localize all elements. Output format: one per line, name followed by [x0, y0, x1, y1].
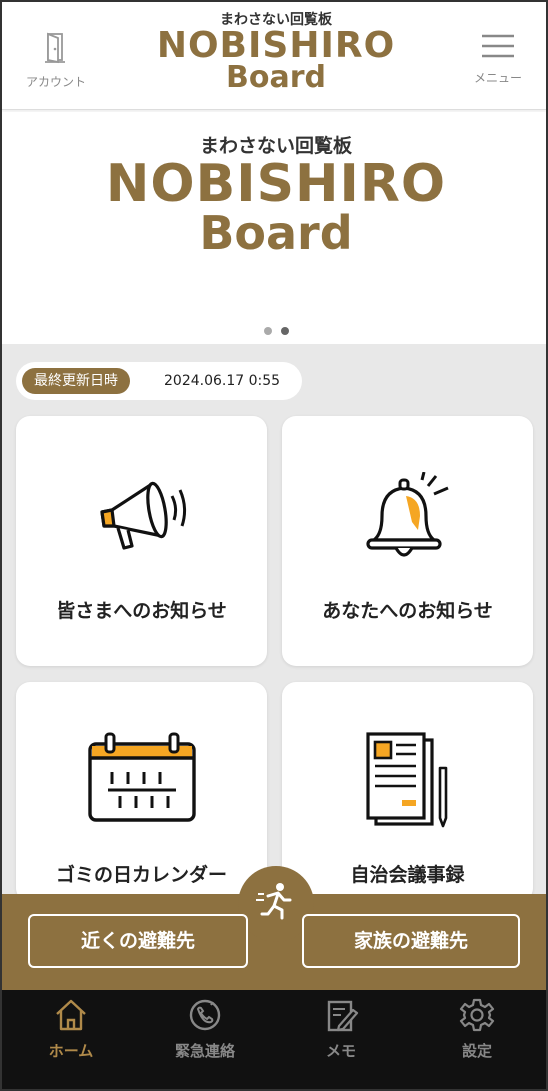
nav-emergency-contact[interactable]: 緊急連絡	[150, 998, 260, 1061]
last-updated-value: 2024.06.17 0:55	[164, 373, 281, 389]
card-title: あなたへのお知らせ	[322, 600, 493, 622]
document-icon	[365, 732, 447, 828]
menu-button[interactable]: メニュー	[458, 32, 538, 86]
memo-icon	[327, 1000, 359, 1032]
header-logo: まわさない回覧板 NOBISHIRO Board	[152, 12, 400, 95]
carousel-dot-active[interactable]	[281, 327, 290, 335]
menu-label: メニュー	[473, 71, 522, 85]
app-screen: アカウント まわさない回覧板 NOBISHIRO Board メニュー まわさな…	[0, 0, 548, 1091]
account-label: アカウント	[25, 75, 86, 89]
last-updated: 最終更新日時 2024.06.17 0:55	[16, 362, 302, 400]
banner-logo: まわさない回覧板 NOBISHIRO Board	[102, 134, 450, 256]
running-person-icon	[256, 883, 292, 920]
card-personal-notices[interactable]: あなたへのお知らせ	[282, 416, 533, 666]
app-header: アカウント まわさない回覧板 NOBISHIRO Board メニュー	[2, 2, 546, 110]
card-title: 皆さまへのお知らせ	[56, 600, 227, 622]
bottom-nav: ホーム 緊急連絡 メモ 設定	[2, 990, 546, 1089]
header-logo-board: Board	[226, 60, 326, 95]
main-content: 最終更新日時 2024.06.17 0:55 皆さまへのお知らせ あなたへのお知…	[2, 344, 546, 904]
nav-home[interactable]: ホーム	[16, 998, 126, 1061]
banner-carousel[interactable]: まわさない回覧板 NOBISHIRO Board	[2, 112, 546, 344]
nav-label: 緊急連絡	[174, 1042, 235, 1060]
nav-memo[interactable]: メモ	[286, 998, 396, 1061]
card-public-notices[interactable]: 皆さまへのお知らせ	[16, 416, 267, 666]
nearby-shelter-button[interactable]: 近くの避難先	[28, 914, 248, 968]
card-title: ゴミの日カレンダー	[55, 864, 227, 886]
nav-label: ホーム	[48, 1042, 94, 1060]
card-meeting-minutes[interactable]: 自治会議事録	[282, 682, 533, 902]
last-updated-label: 最終更新日時	[22, 368, 130, 394]
account-button[interactable]: アカウント	[16, 32, 96, 90]
nav-label: メモ	[325, 1042, 356, 1060]
card-garbage-calendar[interactable]: ゴミの日カレンダー	[16, 682, 267, 902]
hamburger-icon	[482, 34, 514, 58]
banner-logo-board: Board	[199, 206, 353, 260]
emergency-phone-icon	[189, 999, 221, 1031]
family-shelter-button[interactable]: 家族の避難先	[302, 914, 520, 968]
carousel-dot[interactable]	[264, 327, 272, 335]
megaphone-icon	[99, 481, 186, 550]
home-icon	[56, 999, 86, 1031]
calendar-icon	[87, 732, 196, 822]
banner-logo-title: NOBISHIRO	[105, 154, 447, 214]
bell-icon	[365, 472, 449, 557]
gear-icon	[459, 998, 495, 1032]
nav-label: 設定	[461, 1042, 492, 1060]
header-logo-title: NOBISHIRO	[156, 25, 396, 66]
door-icon	[45, 32, 65, 64]
card-title: 自治会議事録	[350, 864, 465, 886]
evacuation-bar: 近くの避難先 家族の避難先	[2, 866, 546, 990]
carousel-dots	[262, 320, 291, 339]
nav-settings[interactable]: 設定	[422, 998, 532, 1061]
